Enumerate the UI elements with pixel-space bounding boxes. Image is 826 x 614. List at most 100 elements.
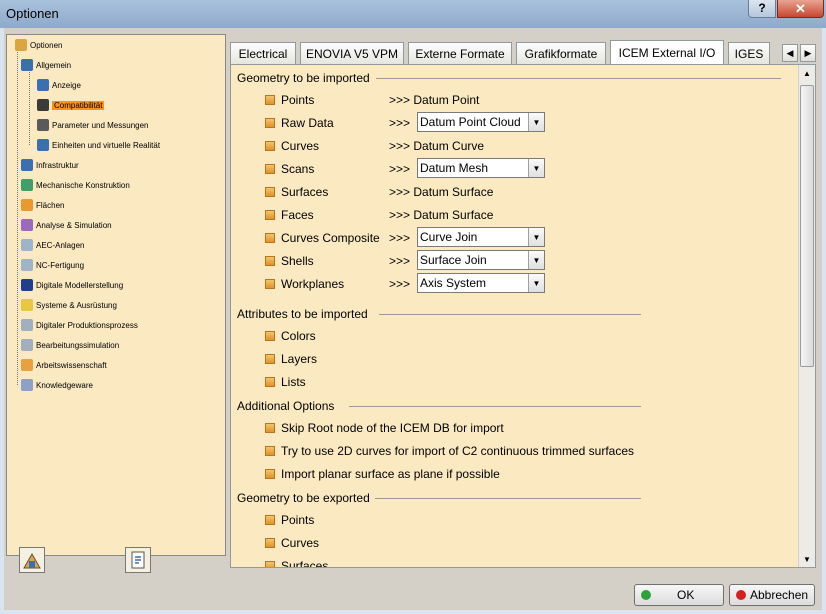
scroll-thumb[interactable] (800, 85, 814, 367)
tree-item-optionen[interactable]: Optionen (15, 37, 62, 53)
section-divider (379, 314, 641, 315)
cancel-button[interactable]: Abbrechen (729, 584, 815, 606)
checkbox[interactable] (265, 354, 275, 364)
tree-item-digitale-modellerstellung[interactable]: Digitale Modellerstellung (21, 277, 123, 293)
tree-item-knowledgeware[interactable]: Knowledgeware (21, 377, 93, 393)
mapping-label: >>> Datum Surface (389, 185, 494, 199)
tree-item-nc-fertigung[interactable]: NC-Fertigung (21, 257, 84, 273)
tree-item-systeme-ausruestung[interactable]: Systeme & Ausrüstung (21, 297, 117, 313)
tab-scroll-right-icon[interactable]: ▶ (800, 44, 816, 62)
option-row-planar-surface[interactable]: Import planar surface as plane if possib… (265, 465, 500, 483)
export-settings-icon[interactable] (125, 547, 151, 573)
checkbox[interactable] (265, 331, 275, 341)
curves-composite-select[interactable]: Curve Join ▼ (417, 227, 545, 247)
checkbox[interactable] (265, 377, 275, 387)
chevron-down-icon[interactable]: ▼ (528, 274, 544, 292)
tree-item-bearbeitungssimulation[interactable]: Bearbeitungssimulation (21, 337, 119, 353)
tab-iges[interactable]: IGES (728, 42, 770, 64)
chevron-down-icon[interactable]: ▼ (528, 251, 544, 269)
checkbox[interactable] (265, 515, 275, 525)
scans-select[interactable]: Datum Mesh ▼ (417, 158, 545, 178)
import-row-shells[interactable]: Shells (265, 252, 314, 270)
tab-strip: Electrical ENOVIA V5 VPM Externe Formate… (230, 40, 820, 65)
section-geometry-export: Geometry to be exported (237, 491, 370, 505)
tree-item-allgemein[interactable]: Allgemein (21, 57, 71, 73)
chevron-down-icon[interactable]: ▼ (528, 228, 544, 246)
checkbox[interactable] (265, 164, 275, 174)
mapping-label: >>> Datum Curve (389, 139, 485, 153)
title-bar[interactable]: Optionen ? ✕ (0, 0, 826, 28)
checkbox[interactable] (265, 95, 275, 105)
tree-item-infrastruktur[interactable]: Infrastruktur (21, 157, 79, 173)
checkbox[interactable] (265, 187, 275, 197)
dialog-client-area: Optionen Allgemein Anzeige Compatibilitä… (4, 28, 822, 610)
tree-item-einheiten[interactable]: Einheiten und virtuelle Realität (37, 137, 160, 153)
close-button[interactable]: ✕ (777, 0, 824, 18)
machining-simulation-icon (21, 339, 33, 351)
tab-electrical[interactable]: Electrical (230, 42, 296, 64)
tab-icem-external-io[interactable]: ICEM External I/O (610, 40, 724, 65)
checkbox[interactable] (265, 233, 275, 243)
import-row-surfaces[interactable]: Surfaces (265, 183, 328, 201)
tree-item-anzeige[interactable]: Anzeige (37, 77, 81, 93)
section-divider (349, 406, 641, 407)
workplanes-select[interactable]: Axis System ▼ (417, 273, 545, 293)
checkbox[interactable] (265, 446, 275, 456)
tab-grafikformate[interactable]: Grafikformate (516, 42, 606, 64)
scroll-down-icon[interactable]: ▼ (799, 551, 815, 567)
tab-externe-formate[interactable]: Externe Formate (408, 42, 512, 64)
nc-manufacturing-icon (21, 259, 33, 271)
checkbox[interactable] (265, 469, 275, 479)
checkbox[interactable] (265, 210, 275, 220)
attribute-row-lists[interactable]: Lists (265, 373, 306, 391)
tree-item-compatibilitaet[interactable]: Compatibilität (37, 97, 105, 113)
tree-item-digitaler-produktionsprozess[interactable]: Digitaler Produktionsprozess (21, 317, 138, 333)
export-row-curves[interactable]: Curves (265, 534, 319, 552)
vertical-scrollbar[interactable]: ▲ ▼ (798, 65, 815, 567)
production-process-icon (21, 319, 33, 331)
checkbox[interactable] (265, 561, 275, 567)
tree-item-arbeitswissenschaft[interactable]: Arbeitswissenschaft (21, 357, 107, 373)
checkbox[interactable] (265, 279, 275, 289)
mapping-prefix: >>> (389, 254, 411, 268)
import-row-faces[interactable]: Faces (265, 206, 314, 224)
export-row-surfaces[interactable]: Surfaces (265, 557, 328, 567)
attribute-row-layers[interactable]: Layers (265, 350, 317, 368)
tree-item-aec-anlagen[interactable]: AEC-Anlagen (21, 237, 84, 253)
export-row-points[interactable]: Points (265, 511, 314, 529)
chevron-down-icon[interactable]: ▼ (528, 159, 544, 177)
tree-item-mechanische-konstruktion[interactable]: Mechanische Konstruktion (21, 177, 130, 193)
checkbox[interactable] (265, 118, 275, 128)
checkbox[interactable] (265, 423, 275, 433)
option-row-skip-root[interactable]: Skip Root node of the ICEM DB for import (265, 419, 504, 437)
scroll-up-icon[interactable]: ▲ (799, 65, 815, 81)
import-row-curves[interactable]: Curves (265, 137, 319, 155)
chevron-down-icon[interactable]: ▼ (528, 113, 544, 131)
section-additional-options: Additional Options (237, 399, 335, 413)
mapping-prefix: >>> (389, 116, 411, 130)
option-row-2d-curves[interactable]: Try to use 2D curves for import of C2 co… (265, 442, 634, 460)
raw-data-select[interactable]: Datum Point Cloud ▼ (417, 112, 545, 132)
tree-item-flaechen[interactable]: Flächen (21, 197, 64, 213)
import-row-points[interactable]: Points (265, 91, 314, 109)
attribute-row-colors[interactable]: Colors (265, 327, 316, 345)
icem-io-panel: Geometry to be imported Points >>> Datum… (230, 64, 816, 568)
import-row-scans[interactable]: Scans (265, 160, 314, 178)
cancel-status-icon (736, 590, 746, 600)
ok-button[interactable]: OK (634, 584, 724, 606)
import-row-workplanes[interactable]: Workplanes (265, 275, 344, 293)
tab-enovia-v5-vpm[interactable]: ENOVIA V5 VPM (300, 42, 404, 64)
options-root-icon (15, 39, 27, 51)
checkbox[interactable] (265, 141, 275, 151)
checkbox[interactable] (265, 256, 275, 266)
import-row-curves-composite[interactable]: Curves Composite (265, 229, 380, 247)
shells-select[interactable]: Surface Join ▼ (417, 250, 545, 270)
mechanical-design-icon (21, 179, 33, 191)
tab-scroll-left-icon[interactable]: ◀ (782, 44, 798, 62)
tree-item-parameter[interactable]: Parameter und Messungen (37, 117, 149, 133)
checkbox[interactable] (265, 538, 275, 548)
tree-item-analyse-simulation[interactable]: Analyse & Simulation (21, 217, 112, 233)
import-row-raw-data[interactable]: Raw Data (265, 114, 334, 132)
help-button[interactable]: ? (748, 0, 776, 18)
reset-options-icon[interactable] (19, 547, 45, 573)
